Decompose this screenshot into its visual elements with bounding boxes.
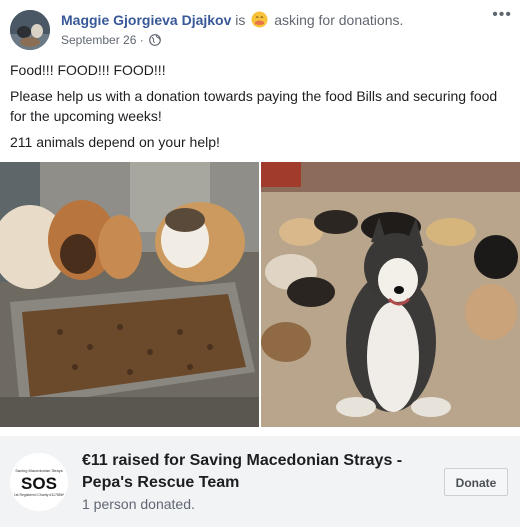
author-name-link[interactable]: Maggie Gjorgieva Djajkov bbox=[61, 12, 231, 28]
photo-dogs-eating[interactable] bbox=[0, 162, 259, 427]
caring-emoji-icon bbox=[251, 11, 268, 28]
fundraiser-title[interactable]: €11 raised for Saving Macedonian Strays … bbox=[82, 450, 432, 494]
is-text: is bbox=[235, 12, 246, 28]
post-body-line-1: Food!!! FOOD!!! FOOD!!! bbox=[10, 62, 166, 78]
logo-bottom-text: 1st Registered Charity #117856* bbox=[14, 493, 65, 497]
logo-sos-text: SOS bbox=[21, 474, 57, 493]
photo-husky-dogs[interactable] bbox=[261, 162, 520, 427]
post-date-link[interactable]: September 26 bbox=[61, 33, 136, 47]
post-meta: September 26 · bbox=[61, 32, 161, 48]
post-header: Maggie Gjorgieva Djajkov is asking for d… bbox=[0, 0, 520, 52]
donate-button[interactable]: Donate bbox=[444, 468, 508, 496]
charity-logo[interactable]: Saving Macedonian Strays SOS 1st Registe… bbox=[10, 453, 68, 511]
post-body: Food!!! FOOD!!! FOOD!!! Please help us w… bbox=[10, 60, 510, 158]
globe-icon[interactable] bbox=[149, 34, 161, 46]
logo-top-text: Saving Macedonian Strays bbox=[15, 468, 63, 473]
post-body-line-3: 211 animals depend on your help! bbox=[10, 134, 220, 150]
author-line: Maggie Gjorgieva Djajkov is asking for d… bbox=[61, 11, 403, 29]
activity-text: asking for donations. bbox=[274, 12, 404, 28]
author-avatar[interactable] bbox=[10, 10, 50, 50]
post-photos bbox=[0, 162, 520, 427]
date-separator: · bbox=[139, 33, 144, 47]
more-options-icon[interactable]: ••• bbox=[492, 6, 512, 24]
fundraiser-card[interactable]: Saving Macedonian Strays SOS 1st Registe… bbox=[0, 436, 520, 527]
fundraiser-donor-count: 1 person donated. bbox=[82, 496, 195, 512]
post-body-line-2: Please help us with a donation towards p… bbox=[10, 88, 498, 124]
